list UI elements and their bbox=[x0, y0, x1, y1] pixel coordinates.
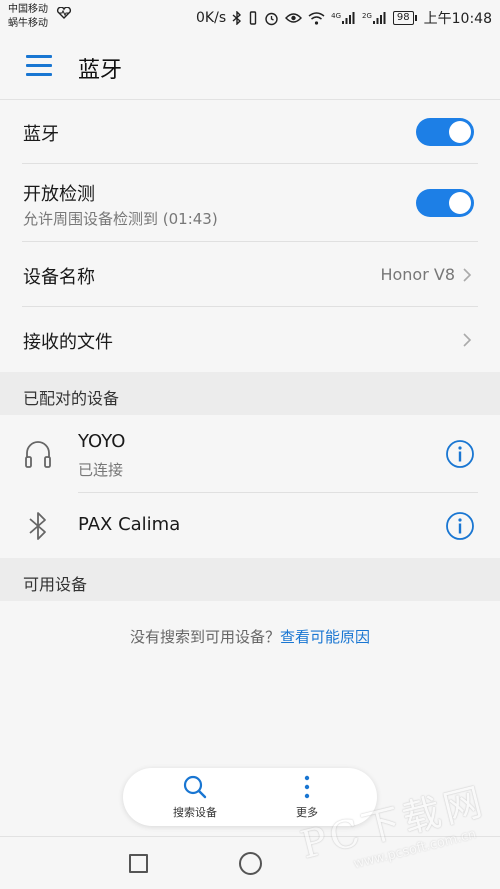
info-icon[interactable] bbox=[445, 439, 475, 469]
menu-icon[interactable] bbox=[26, 55, 52, 77]
bluetooth-icon bbox=[29, 512, 46, 540]
info-icon[interactable] bbox=[445, 511, 475, 541]
chevron-right-icon bbox=[463, 333, 472, 347]
carrier-2: 蜗牛移动 bbox=[8, 18, 48, 29]
device-name-label: 设备名称 bbox=[23, 267, 95, 288]
signal-1-type: 4G bbox=[331, 12, 342, 20]
device-name: PAX Calima bbox=[78, 514, 181, 535]
bottom-action-bar: 搜索设备 更多 bbox=[123, 768, 377, 826]
status-icons: 0K/s 4G 2G 98 上午10:48 bbox=[196, 8, 492, 28]
battery-icon: 98 bbox=[392, 11, 417, 25]
vibrate-icon bbox=[249, 11, 257, 25]
bluetooth-label: 蓝牙 bbox=[23, 124, 59, 145]
discoverable-label: 开放检测 bbox=[23, 184, 95, 205]
received-files-label: 接收的文件 bbox=[23, 332, 113, 353]
recents-button[interactable] bbox=[129, 854, 148, 873]
signal-1: 4G bbox=[331, 12, 356, 24]
discoverable-sub: 允许周围设备检测到 (01:43) bbox=[23, 210, 218, 228]
no-devices-text: 没有搜索到可用设备？ bbox=[129, 628, 280, 646]
home-button[interactable] bbox=[239, 852, 262, 875]
more-vertical-icon bbox=[304, 775, 310, 799]
device-status: 已连接 bbox=[78, 461, 124, 479]
net-speed: 0K/s bbox=[196, 10, 227, 26]
chevron-right-icon bbox=[463, 268, 472, 282]
page-title: 蓝牙 bbox=[78, 58, 123, 83]
device-name-row[interactable]: 设备名称 Honor V8 bbox=[0, 242, 500, 307]
signal-2-icon bbox=[372, 12, 386, 24]
paired-devices-title: 已配对的设备 bbox=[23, 389, 120, 408]
more-button[interactable]: 更多 bbox=[257, 774, 357, 820]
health-heart-icon bbox=[56, 7, 72, 19]
device-name: YOYO bbox=[78, 431, 126, 452]
search-devices-label: 搜索设备 bbox=[173, 806, 217, 819]
carrier-1: 中国移动 bbox=[8, 4, 48, 15]
eye-comfort-icon bbox=[285, 13, 303, 23]
toggle-knob bbox=[449, 192, 471, 214]
available-devices-title: 可用设备 bbox=[23, 575, 88, 594]
discoverable-row[interactable]: 开放检测 允许周围设备检测到 (01:43) bbox=[0, 164, 500, 242]
signal-1-icon bbox=[342, 12, 355, 24]
toggle-knob bbox=[449, 121, 471, 143]
headphones-icon bbox=[25, 441, 51, 468]
discoverable-toggle[interactable] bbox=[416, 189, 474, 217]
search-icon bbox=[183, 775, 207, 799]
bluetooth-toggle[interactable] bbox=[416, 118, 474, 146]
signal-2: 2G bbox=[362, 12, 387, 24]
alarm-icon bbox=[265, 12, 278, 25]
wifi-icon bbox=[308, 11, 325, 25]
received-files-row[interactable]: 接收的文件 bbox=[0, 307, 500, 372]
bluetooth-row[interactable]: 蓝牙 bbox=[0, 100, 500, 164]
more-label: 更多 bbox=[296, 806, 318, 819]
app-bar: 蓝牙 bbox=[0, 34, 500, 100]
clock: 上午10:48 bbox=[423, 11, 492, 27]
status-bar: 中国移动 蜗牛移动 0K/s 4G 2G 98 上午10:48 bbox=[0, 0, 500, 34]
carrier-info: 中国移动 蜗牛移动 bbox=[8, 3, 48, 31]
paired-device-row[interactable]: PAX Calima bbox=[0, 493, 500, 558]
search-devices-button[interactable]: 搜索设备 bbox=[145, 774, 245, 820]
bluetooth-status-icon bbox=[232, 11, 242, 25]
no-devices-message: 没有搜索到可用设备？查看可能原因 bbox=[0, 626, 500, 647]
paired-device-row[interactable]: YOYO 已连接 bbox=[0, 415, 500, 493]
available-devices-header: 可用设备 bbox=[0, 558, 500, 601]
signal-2-type: 2G bbox=[362, 12, 372, 20]
system-nav-bar bbox=[0, 836, 500, 889]
device-name-value: Honor V8 bbox=[380, 265, 455, 284]
paired-devices-header: 已配对的设备 bbox=[0, 372, 500, 415]
possible-reasons-link[interactable]: 查看可能原因 bbox=[280, 628, 370, 646]
